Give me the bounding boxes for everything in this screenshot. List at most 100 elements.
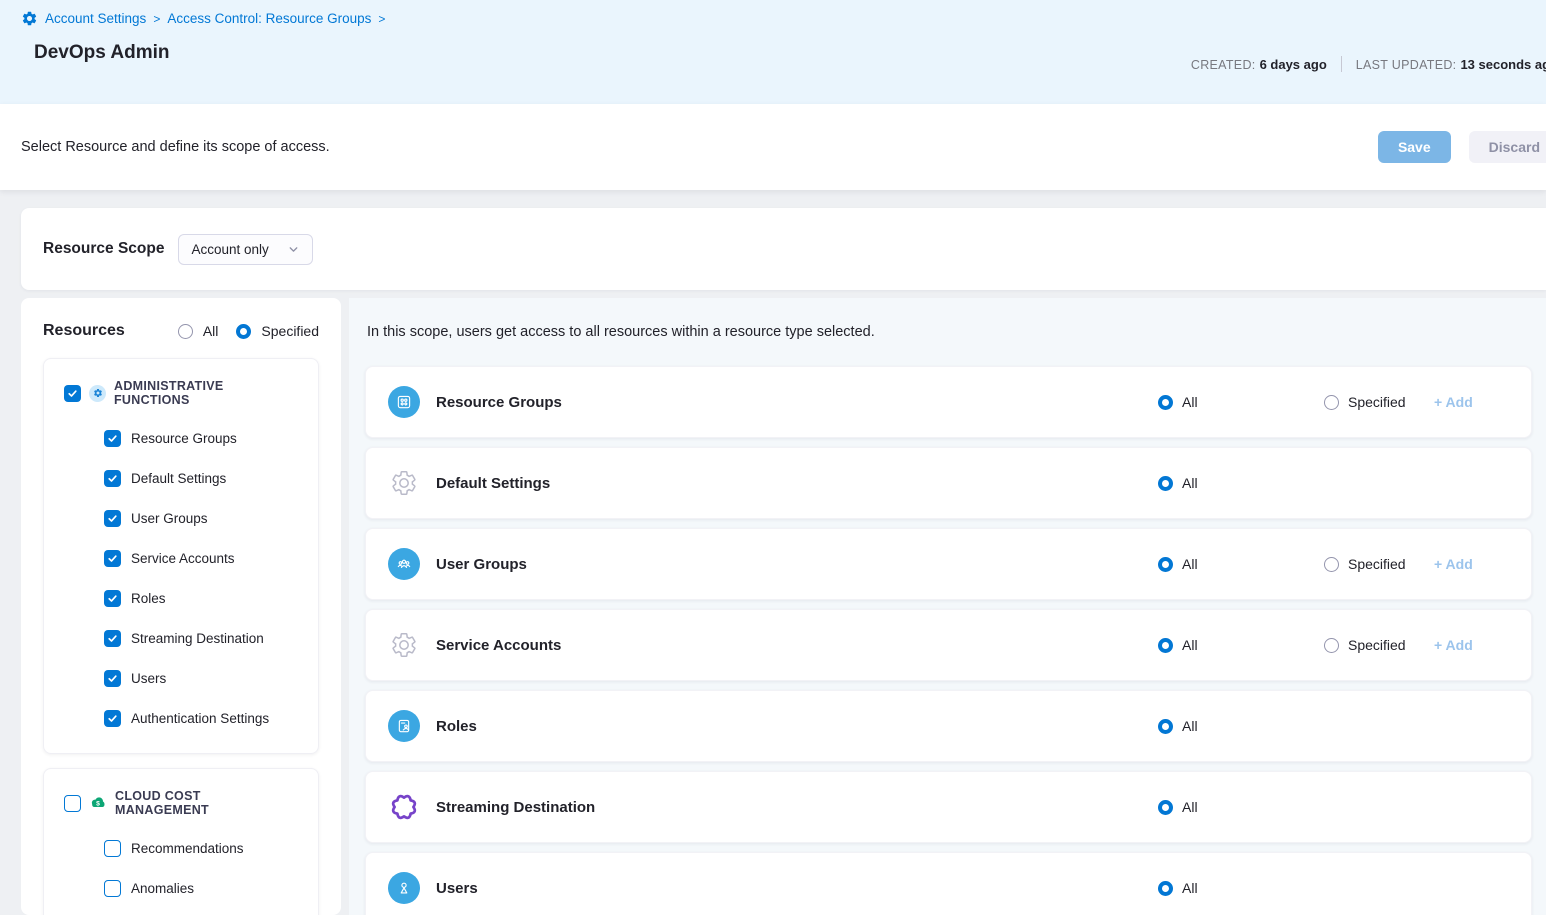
- checkbox-default-settings[interactable]: [104, 470, 121, 487]
- resources-all-radio[interactable]: [178, 324, 193, 339]
- checkbox-anomalies[interactable]: [104, 880, 121, 897]
- resource-row-user-groups: User Groups All Specified + Add: [365, 528, 1532, 600]
- all-radio-label[interactable]: All: [1182, 718, 1198, 734]
- checkbox-streaming-destination[interactable]: [104, 630, 121, 647]
- add-link[interactable]: + Add: [1434, 556, 1473, 572]
- toolbar-instruction: Select Resource and define its scope of …: [21, 139, 330, 155]
- sidebar-item-resource-groups: Resource Groups: [104, 430, 298, 447]
- resources-all-radio-label[interactable]: All: [203, 323, 219, 339]
- breadcrumb: Account Settings > Access Control: Resou…: [21, 10, 1525, 27]
- resource-row-resource-groups: Resource Groups All Specified + Add: [365, 366, 1532, 438]
- last-updated: LAST UPDATED:13 seconds ago: [1356, 57, 1546, 72]
- resources-specified-radio-label[interactable]: Specified: [261, 323, 319, 339]
- resource-row-users: Users All: [365, 852, 1532, 915]
- breadcrumb-separator: >: [378, 12, 385, 26]
- sidebar-item-user-groups: User Groups: [104, 510, 298, 527]
- all-radio[interactable]: [1158, 881, 1173, 896]
- breadcrumb-link-account-settings[interactable]: Account Settings: [45, 11, 146, 26]
- all-radio-label[interactable]: All: [1182, 637, 1198, 653]
- all-radio[interactable]: [1158, 638, 1173, 653]
- discard-button[interactable]: Discard: [1469, 131, 1546, 163]
- gear-icon: [388, 629, 420, 661]
- specified-radio[interactable]: [1324, 638, 1339, 653]
- meta-divider: [1341, 56, 1342, 72]
- specified-radio-label[interactable]: Specified: [1348, 637, 1406, 653]
- all-radio[interactable]: [1158, 395, 1173, 410]
- row-label: Default Settings: [436, 475, 550, 492]
- header-meta: CREATED:6 days ago LAST UPDATED:13 secon…: [1191, 56, 1546, 72]
- created-at: CREATED:6 days ago: [1191, 57, 1327, 72]
- add-link[interactable]: + Add: [1434, 637, 1473, 653]
- all-radio-label[interactable]: All: [1182, 556, 1198, 572]
- user-icon: [388, 872, 420, 904]
- resource-scope-value: Account only: [191, 242, 268, 257]
- breadcrumb-separator: >: [153, 12, 160, 26]
- all-radio-label[interactable]: All: [1182, 394, 1198, 410]
- all-radio[interactable]: [1158, 557, 1173, 572]
- user-groups-icon: [388, 548, 420, 580]
- checkbox-resource-groups[interactable]: [104, 430, 121, 447]
- resource-row-roles: Roles All: [365, 690, 1532, 762]
- checkbox-service-accounts[interactable]: [104, 550, 121, 567]
- group-checkbox-cloud-cost-management[interactable]: [64, 795, 81, 812]
- actions-toolbar: Select Resource and define its scope of …: [0, 104, 1546, 190]
- breadcrumb-link-access-control[interactable]: Access Control: Resource Groups: [167, 11, 371, 26]
- account-settings-gear-icon: [21, 10, 38, 27]
- sidebar-item-default-settings: Default Settings: [104, 470, 298, 487]
- resources-title: Resources: [43, 322, 125, 340]
- all-radio[interactable]: [1158, 719, 1173, 734]
- checkbox-recommendations[interactable]: [104, 840, 121, 857]
- checkbox-authentication-settings[interactable]: [104, 710, 121, 727]
- checkbox-user-groups[interactable]: [104, 510, 121, 527]
- sidebar-item-roles: Roles: [104, 590, 298, 607]
- resource-row-streaming-destination: Streaming Destination All: [365, 771, 1532, 843]
- page-header: Account Settings > Access Control: Resou…: [0, 0, 1546, 104]
- resource-scope-select[interactable]: Account only: [178, 234, 312, 265]
- gear-icon: [388, 467, 420, 499]
- resources-sidebar: Resources All Specified ADMINISTRATIVE F…: [21, 298, 341, 915]
- row-label: User Groups: [436, 556, 527, 573]
- svg-text:$: $: [96, 800, 100, 807]
- row-label: Streaming Destination: [436, 799, 595, 816]
- save-button[interactable]: Save: [1378, 131, 1451, 163]
- group-label-administrative-functions: ADMINISTRATIVE FUNCTIONS: [114, 379, 298, 407]
- group-cloud-cost-management: $ CLOUD COST MANAGEMENT Recommendations …: [43, 768, 319, 915]
- scope-note: In this scope, users get access to all r…: [367, 324, 1532, 340]
- roles-icon: [388, 710, 420, 742]
- resource-scope-label: Resource Scope: [43, 240, 164, 258]
- row-label: Service Accounts: [436, 637, 561, 654]
- specified-radio-label[interactable]: Specified: [1348, 556, 1406, 572]
- all-radio[interactable]: [1158, 476, 1173, 491]
- row-label: Roles: [436, 718, 477, 735]
- all-radio-label[interactable]: All: [1182, 880, 1198, 896]
- resource-row-service-accounts: Service Accounts All Specified + Add: [365, 609, 1532, 681]
- group-checkbox-administrative-functions[interactable]: [64, 385, 81, 402]
- resource-scope-panel: Resource Scope Account only: [21, 208, 1546, 290]
- streaming-destination-icon: [388, 791, 420, 823]
- group-label-cloud-cost-management: CLOUD COST MANAGEMENT: [115, 789, 298, 817]
- resource-groups-icon: [388, 386, 420, 418]
- sidebar-item-anomalies: Anomalies: [104, 880, 298, 897]
- all-radio-label[interactable]: All: [1182, 799, 1198, 815]
- sidebar-item-authentication-settings: Authentication Settings: [104, 710, 298, 727]
- specified-radio[interactable]: [1324, 557, 1339, 572]
- sidebar-item-users: Users: [104, 670, 298, 687]
- resource-row-default-settings: Default Settings All: [365, 447, 1532, 519]
- resource-access-list: In this scope, users get access to all r…: [349, 298, 1546, 915]
- admin-gear-badge-icon: [89, 385, 106, 402]
- all-radio-label[interactable]: All: [1182, 475, 1198, 491]
- all-radio[interactable]: [1158, 800, 1173, 815]
- sidebar-item-recommendations: Recommendations: [104, 840, 298, 857]
- sidebar-item-service-accounts: Service Accounts: [104, 550, 298, 567]
- specified-radio-label[interactable]: Specified: [1348, 394, 1406, 410]
- chevron-down-icon: [287, 243, 300, 256]
- row-label: Users: [436, 880, 478, 897]
- checkbox-users[interactable]: [104, 670, 121, 687]
- sidebar-item-streaming-destination: Streaming Destination: [104, 630, 298, 647]
- resources-specified-radio[interactable]: [236, 324, 251, 339]
- row-label: Resource Groups: [436, 394, 562, 411]
- checkbox-roles[interactable]: [104, 590, 121, 607]
- cloud-dollar-icon: $: [89, 795, 107, 812]
- specified-radio[interactable]: [1324, 395, 1339, 410]
- add-link[interactable]: + Add: [1434, 394, 1473, 410]
